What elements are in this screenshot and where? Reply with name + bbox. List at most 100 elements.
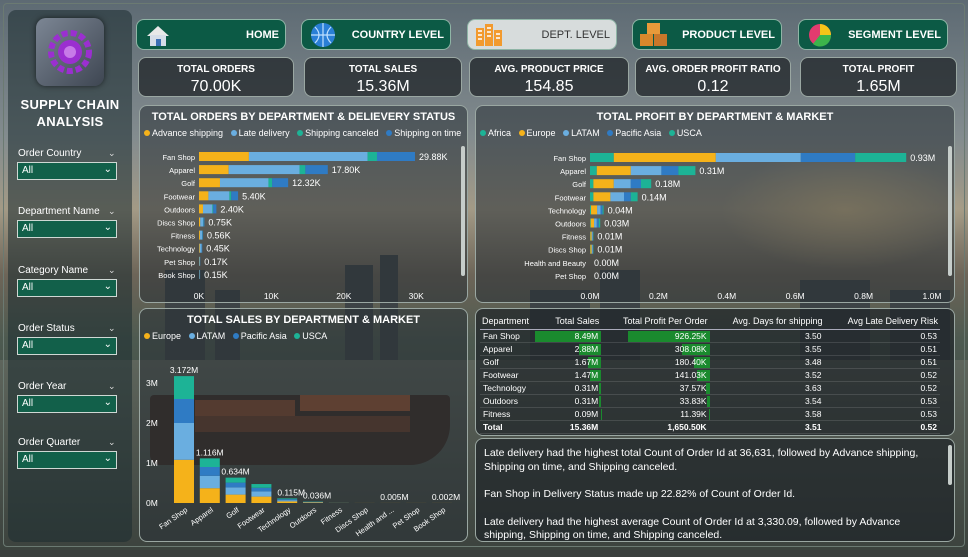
bar-segment[interactable] xyxy=(590,153,614,162)
bar-segment[interactable] xyxy=(590,219,591,228)
bar-segment[interactable] xyxy=(594,219,597,228)
table-row[interactable]: Fitness0.09M11.39K3.580.53 xyxy=(480,408,940,421)
bar-segment[interactable] xyxy=(229,191,231,200)
bar-segment[interactable] xyxy=(590,166,597,175)
bar-segment[interactable] xyxy=(226,495,246,503)
bar-segment[interactable] xyxy=(229,165,300,174)
bar-segment[interactable] xyxy=(174,423,194,460)
bar-segment[interactable] xyxy=(251,491,271,496)
bar-segment[interactable] xyxy=(203,218,204,227)
bar-segment[interactable] xyxy=(226,483,246,488)
table-row[interactable]: Footwear1.47M141.03K3.520.52 xyxy=(480,369,940,382)
column-header[interactable]: Department xyxy=(480,313,542,330)
bar-segment[interactable] xyxy=(597,166,631,175)
bar-segment[interactable] xyxy=(614,179,631,188)
bar-segment[interactable] xyxy=(277,499,297,500)
bar-segment[interactable] xyxy=(590,205,591,214)
bar-segment[interactable] xyxy=(277,500,297,501)
bar-segment[interactable] xyxy=(212,204,213,213)
bar-segment[interactable] xyxy=(305,165,327,174)
bar-segment[interactable] xyxy=(268,178,272,187)
column-header[interactable]: Total Sales xyxy=(542,313,601,330)
nav-button-4[interactable]: SEGMENT LEVEL xyxy=(798,19,948,50)
chevron-down-icon[interactable]: ⌄ xyxy=(108,323,116,334)
bar-segment[interactable] xyxy=(277,498,297,499)
bar-segment[interactable] xyxy=(199,178,220,187)
bar-segment[interactable] xyxy=(661,166,678,175)
table-row[interactable]: Fan Shop8.49M926.25K3.500.53 xyxy=(480,330,940,343)
bar-segment[interactable] xyxy=(199,231,200,240)
nav-button-0[interactable]: HOME xyxy=(136,19,286,50)
bar-segment[interactable] xyxy=(199,244,200,253)
bar-segment[interactable] xyxy=(200,488,220,503)
bar-segment[interactable] xyxy=(200,218,203,227)
nav-button-2[interactable]: DEPT. LEVEL xyxy=(467,19,617,50)
bar-segment[interactable] xyxy=(801,153,855,162)
bar-segment[interactable] xyxy=(200,458,220,467)
bar-segment[interactable] xyxy=(202,244,203,253)
bar-segment[interactable] xyxy=(591,205,597,214)
filter-dropdown[interactable]: All⌄ xyxy=(17,395,117,413)
bar-segment[interactable] xyxy=(226,487,246,494)
filter-dropdown[interactable]: All⌄ xyxy=(17,451,117,469)
bar-segment[interactable] xyxy=(716,153,801,162)
bar-segment[interactable] xyxy=(251,497,271,503)
bar-segment[interactable] xyxy=(603,205,604,214)
bar-segment[interactable] xyxy=(590,179,593,188)
bar-segment[interactable] xyxy=(208,191,229,200)
bar-segment[interactable] xyxy=(597,219,599,228)
bar-segment[interactable] xyxy=(174,399,194,423)
bar-segment[interactable] xyxy=(678,166,695,175)
chevron-down-icon[interactable]: ⌄ xyxy=(108,381,116,392)
chevron-down-icon[interactable]: ⌄ xyxy=(108,148,116,159)
bar-segment[interactable] xyxy=(590,232,591,241)
nav-button-3[interactable]: PRODUCT LEVEL xyxy=(632,19,782,50)
table-row[interactable]: Outdoors0.31M33.83K3.540.53 xyxy=(480,395,940,408)
filter-dropdown[interactable]: All⌄ xyxy=(17,337,117,355)
column-header[interactable]: Avg. Days for shipping xyxy=(710,313,825,330)
bar-segment[interactable] xyxy=(590,245,591,254)
bar-segment[interactable] xyxy=(272,178,288,187)
bar-segment[interactable] xyxy=(251,484,271,488)
bar-segment[interactable] xyxy=(631,166,662,175)
bar-segment[interactable] xyxy=(599,219,600,228)
bar-segment[interactable] xyxy=(631,192,638,201)
table-row[interactable]: Apparel2.88M308.08K3.550.51 xyxy=(480,343,940,356)
chevron-down-icon[interactable]: ⌄ xyxy=(108,206,116,217)
bar-segment[interactable] xyxy=(199,191,208,200)
bar-segment[interactable] xyxy=(200,231,202,240)
bar-segment[interactable] xyxy=(199,218,200,227)
bar-segment[interactable] xyxy=(368,152,377,161)
bar-segment[interactable] xyxy=(590,192,593,201)
bar-segment[interactable] xyxy=(199,165,229,174)
bar-segment[interactable] xyxy=(631,179,641,188)
nav-button-1[interactable]: COUNTRY LEVEL xyxy=(301,19,451,50)
table-row[interactable]: Golf1.67M180.40K3.480.51 xyxy=(480,356,940,369)
bar-segment[interactable] xyxy=(199,204,203,213)
bar-segment[interactable] xyxy=(174,460,194,503)
bar-segment[interactable] xyxy=(226,478,246,483)
bar-segment[interactable] xyxy=(213,204,216,213)
bar-segment[interactable] xyxy=(199,152,249,161)
bar-segment[interactable] xyxy=(249,152,368,161)
scrollbar[interactable] xyxy=(461,146,465,276)
bar-segment[interactable] xyxy=(377,152,415,161)
scrollbar[interactable] xyxy=(948,146,952,276)
bar-segment[interactable] xyxy=(200,244,202,253)
table-row[interactable]: Technology0.31M37.57K3.630.52 xyxy=(480,382,940,395)
filter-dropdown[interactable]: All⌄ xyxy=(17,162,117,180)
column-header[interactable]: Avg Late Delivery Risk xyxy=(824,313,940,330)
bar-segment[interactable] xyxy=(610,192,624,201)
bar-segment[interactable] xyxy=(597,205,600,214)
filter-dropdown[interactable]: All⌄ xyxy=(17,279,117,297)
bar-segment[interactable] xyxy=(199,257,200,266)
bar-segment[interactable] xyxy=(277,501,297,503)
bar-segment[interactable] xyxy=(200,476,220,488)
chevron-down-icon[interactable]: ⌄ xyxy=(108,265,116,276)
chevron-down-icon[interactable]: ⌄ xyxy=(108,437,116,448)
bar-segment[interactable] xyxy=(593,179,613,188)
bar-segment[interactable] xyxy=(203,204,212,213)
bar-segment[interactable] xyxy=(592,232,593,241)
bar-segment[interactable] xyxy=(231,191,238,200)
bar-segment[interactable] xyxy=(220,178,268,187)
